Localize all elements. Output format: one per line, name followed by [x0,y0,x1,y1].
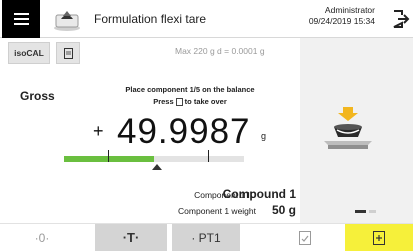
pretare-label: · PT1 [191,230,221,245]
hamburger-icon-line [13,23,29,25]
take-over-button[interactable] [345,224,413,251]
weight-sign: + [93,121,104,141]
document-icon [63,47,73,59]
page-dot-active [355,210,366,213]
target-marker [152,164,162,170]
user-name: Administrator [324,5,375,15]
instruction-press: Press [153,97,174,106]
checklist-icon [299,230,311,245]
place-on-balance-icon [324,107,372,149]
weight-unit: g [261,131,267,141]
date-time: 09/24/2019 15:34 [308,16,375,26]
component-weight-label: Component 1 weight [178,206,256,216]
take-over-inline-icon [175,98,183,106]
weighing-mode-label: Gross [20,89,55,103]
target-tolerance-tick-high [208,150,209,162]
user-info: Administrator 09/24/2019 15:34 [309,5,375,27]
target-tolerance-tick-low [108,150,109,162]
component-id-value: Compound 1 [222,187,296,201]
hamburger-icon-line [13,18,29,20]
balance-range-info: Max 220 g d = 0.0001 g [175,46,265,56]
instruction-line-1: Place component 1/5 on the balance [125,85,255,94]
instruction-line-2: Press to take over [110,96,270,108]
page-title: Formulation flexi tare [94,12,207,26]
isocal-button[interactable]: isoCAL [8,42,50,64]
pretare-button[interactable]: · PT1 [172,224,240,251]
isocal-label: isoCAL [14,48,44,58]
weight-display: 49.9987 [117,112,251,151]
zero-button[interactable]: ·0· [20,224,64,251]
menu-button[interactable] [2,0,40,38]
component-weight-value: 50 g [271,203,296,217]
target-bar-fill [64,156,154,162]
page-dot [369,210,376,213]
tare-button[interactable]: ·T· [95,224,167,251]
logout-icon[interactable] [392,9,410,29]
header-bar: Formulation flexi tare Administrator 09/… [0,0,413,38]
balance-app-icon [54,11,80,31]
instruction-text: Place component 1/5 on the balance Press… [110,84,270,108]
main-toolbar: isoCAL [8,42,80,64]
protocol-button[interactable] [56,42,80,64]
hamburger-icon [13,13,29,15]
checklist-button[interactable] [285,224,325,251]
bottom-action-bar: ·0· ·T· · PT1 [0,223,413,251]
tare-label: ·T· [122,230,140,245]
take-over-icon [373,230,385,245]
instruction-take-over: to take over [184,97,227,106]
zero-label: ·0· [34,230,50,245]
page-indicator [355,210,376,213]
